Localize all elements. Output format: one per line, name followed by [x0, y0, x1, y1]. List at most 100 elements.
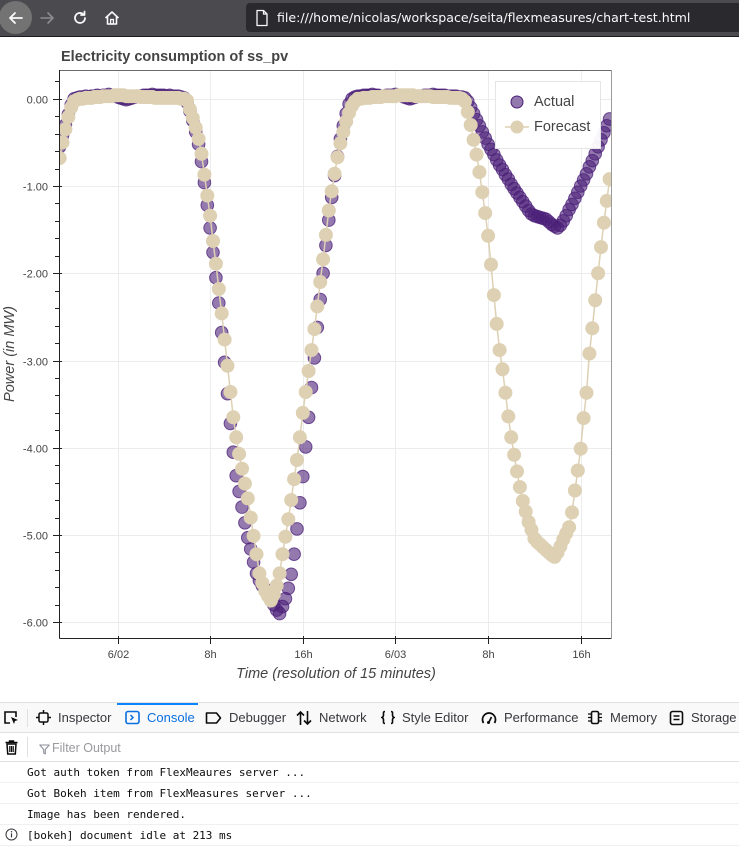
url-text[interactable]: file:///home/nicolas/workspace/seita/fle… — [277, 10, 690, 25]
console-message-text: [bokeh] document idle at 213 ms — [27, 828, 233, 842]
tab-memory[interactable]: Memory — [587, 703, 657, 732]
forecast-point — [588, 293, 603, 308]
tab-debugger[interactable]: Debugger — [205, 703, 286, 732]
forecast-point — [576, 411, 591, 426]
tab-style-editor[interactable]: Style Editor — [381, 703, 468, 732]
trash-icon — [5, 740, 18, 755]
x-tick-label: 8h — [204, 649, 216, 661]
home-button[interactable] — [101, 0, 123, 36]
actual-point — [287, 547, 301, 562]
forecast-point — [229, 430, 244, 445]
tab-network[interactable]: Network — [296, 703, 367, 732]
actual-point — [284, 567, 299, 582]
element-picker-button[interactable] — [3, 703, 27, 732]
forecast-point — [512, 480, 527, 495]
forecast-point — [507, 447, 522, 462]
element-picker-icon — [4, 710, 18, 724]
forecast-point — [573, 441, 588, 456]
x-axis-label: Time (resolution of 15 minutes) — [236, 666, 436, 682]
forward-button[interactable] — [36, 0, 58, 36]
tab-label: Console — [147, 710, 195, 725]
forecast-point — [298, 385, 313, 399]
forecast-point — [460, 104, 475, 119]
console-message-text: Image has been rendered. — [27, 807, 186, 821]
clear-console-button[interactable] — [5, 740, 18, 760]
forecast-point — [489, 316, 504, 331]
y-tick-label: -1.00 — [23, 182, 48, 194]
forecast-point — [220, 358, 235, 373]
forecast-point — [232, 446, 247, 461]
forecast-point — [284, 493, 299, 508]
filter-output-input[interactable] — [36, 736, 739, 760]
back-button[interactable] — [0, 1, 32, 34]
console-message: Got auth token from FlexMeaures server .… — [0, 762, 739, 783]
tab-label: Inspector — [58, 710, 112, 725]
info-icon — [5, 828, 18, 846]
tab-storage[interactable]: Storage — [669, 703, 737, 732]
network-icon — [296, 710, 312, 725]
forecast-point — [570, 463, 585, 478]
forecast-point — [596, 215, 611, 230]
console-message: Got Bokeh item from FlexMeasures server … — [0, 783, 739, 804]
toolbar-separator — [27, 709, 28, 727]
forecast-point — [214, 306, 229, 321]
forecast-point — [203, 208, 218, 223]
y-tick-label: -2.00 — [23, 269, 48, 281]
debugger-icon — [205, 711, 222, 724]
legend-forecast-marker — [510, 120, 524, 134]
x-tick-label: 6/02 — [108, 649, 129, 661]
forecast-point — [567, 483, 582, 498]
tab-console[interactable]: Console — [125, 703, 195, 732]
forecast-point — [287, 472, 302, 487]
chart-background — [0, 37, 739, 702]
style-editor-icon — [381, 710, 395, 725]
forecast-point — [565, 505, 579, 520]
storage-icon — [669, 710, 684, 725]
forecast-point — [237, 476, 252, 491]
forecast-point — [486, 288, 501, 303]
actual-point — [281, 581, 296, 596]
forecast-point — [321, 203, 336, 218]
page-icon — [255, 9, 269, 27]
forecast-point — [208, 256, 223, 271]
forecast-point — [206, 234, 220, 248]
forecast-point — [269, 578, 284, 593]
forecast-point — [313, 275, 328, 289]
forecast-point — [295, 405, 310, 420]
console-icon — [125, 710, 140, 725]
tab-inspector[interactable]: Inspector — [36, 703, 111, 732]
reload-button[interactable] — [69, 0, 91, 36]
actual-point — [203, 221, 217, 235]
forecast-point — [498, 385, 513, 400]
forecast-point — [484, 257, 498, 272]
tab-label: Storage — [691, 710, 737, 725]
forecast-point — [316, 252, 331, 267]
forecast-point — [562, 520, 577, 535]
tab-label: Memory — [610, 710, 657, 725]
forecast-point — [217, 332, 232, 347]
legend-forecast-label: Forecast — [534, 119, 590, 135]
x-tick-label: 16h — [572, 649, 590, 661]
y-tick-label: 0.00 — [27, 95, 48, 107]
x-tick-label: 6/03 — [385, 649, 406, 661]
forecast-point — [594, 240, 608, 255]
forecast-point — [492, 343, 507, 358]
forecast-point — [301, 364, 316, 378]
forecast-point — [327, 166, 342, 181]
forecast-point — [582, 346, 597, 361]
forecast-point — [481, 228, 496, 243]
forecast-point — [318, 227, 333, 242]
forecast-point — [60, 122, 73, 137]
forecast-point — [249, 547, 264, 562]
forecast-point — [191, 131, 206, 146]
forecast-point — [272, 566, 287, 581]
tab-performance[interactable]: Performance — [481, 703, 578, 732]
forecast-point — [235, 461, 249, 476]
forecast-point — [504, 430, 519, 445]
console-message-text: Got Bokeh item from FlexMeasures server … — [27, 786, 312, 800]
inspector-icon — [36, 710, 51, 725]
url-bar[interactable]: file:///home/nicolas/workspace/seita/fle… — [246, 3, 739, 32]
forecast-point — [330, 150, 345, 165]
arrow-right-icon — [40, 12, 54, 24]
y-axis-label: Power (in MW) — [2, 306, 18, 402]
